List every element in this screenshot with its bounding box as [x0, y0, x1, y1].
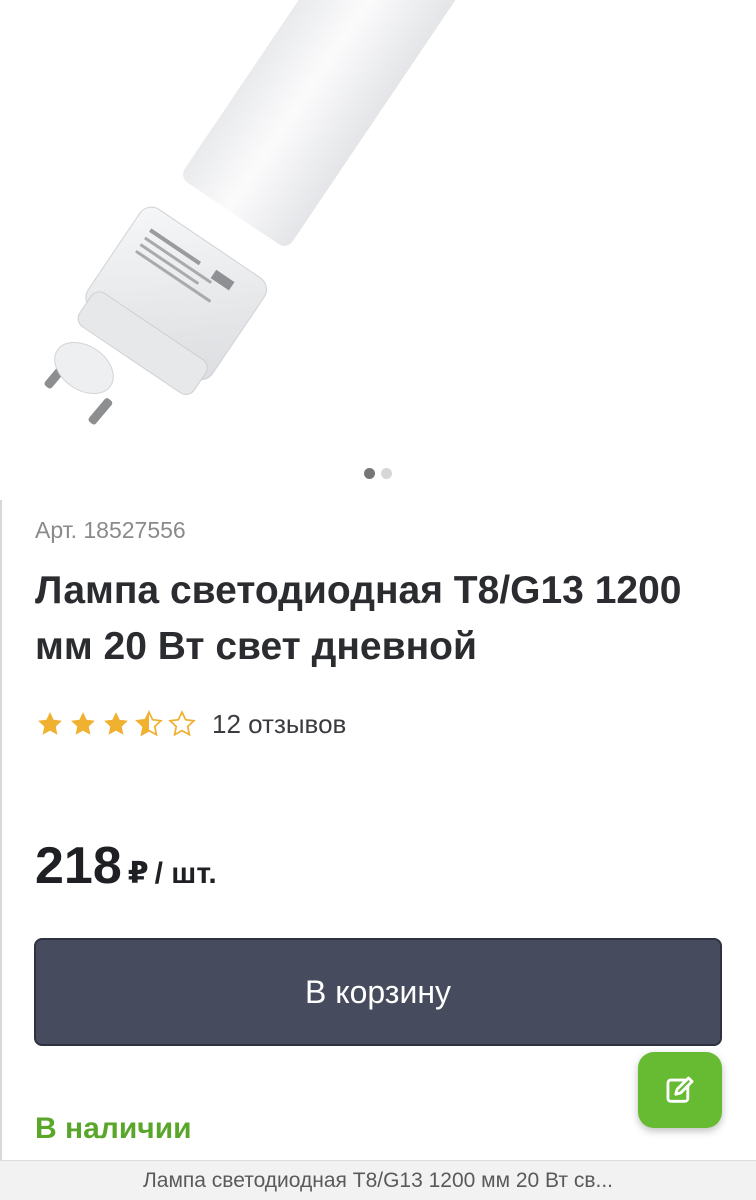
- price-currency: ₽: [127, 857, 149, 890]
- reviews-link[interactable]: 12 отзывов: [212, 709, 346, 740]
- star-full-icon: [71, 712, 95, 735]
- product-title: Лампа светодиодная T8/G13 1200 мм 20 Вт …: [35, 569, 682, 668]
- gallery-dot[interactable]: [381, 468, 392, 479]
- rating-stars: [35, 709, 197, 739]
- gallery-dot-active[interactable]: [364, 468, 375, 479]
- gallery-pagination: [0, 468, 756, 479]
- sticky-product-title: Лампа светодиодная T8/G13 1200 мм 20 Вт …: [143, 1168, 613, 1192]
- product-sku: Арт. 18527556: [35, 517, 186, 543]
- sticky-product-bar[interactable]: Лампа светодиодная T8/G13 1200 мм 20 Вт …: [0, 1160, 756, 1200]
- star-empty-icon: [168, 710, 196, 737]
- led-tube-lamp-image: [44, 0, 597, 425]
- star-full-icon: [104, 712, 128, 735]
- add-to-cart-button[interactable]: В корзину: [34, 938, 722, 1046]
- product-rating[interactable]: 12 отзывов: [35, 706, 346, 742]
- star-half-icon: [135, 710, 163, 737]
- price-value: 218: [35, 837, 122, 895]
- edit-icon: [666, 1076, 694, 1103]
- availability-status: В наличии: [35, 1112, 192, 1145]
- star-full-icon: [38, 712, 62, 735]
- product-price: 218 ₽ / шт.: [35, 836, 217, 896]
- product-gallery[interactable]: [0, 0, 756, 500]
- feedback-fab-button[interactable]: [638, 1052, 722, 1128]
- price-unit: / шт.: [154, 857, 217, 890]
